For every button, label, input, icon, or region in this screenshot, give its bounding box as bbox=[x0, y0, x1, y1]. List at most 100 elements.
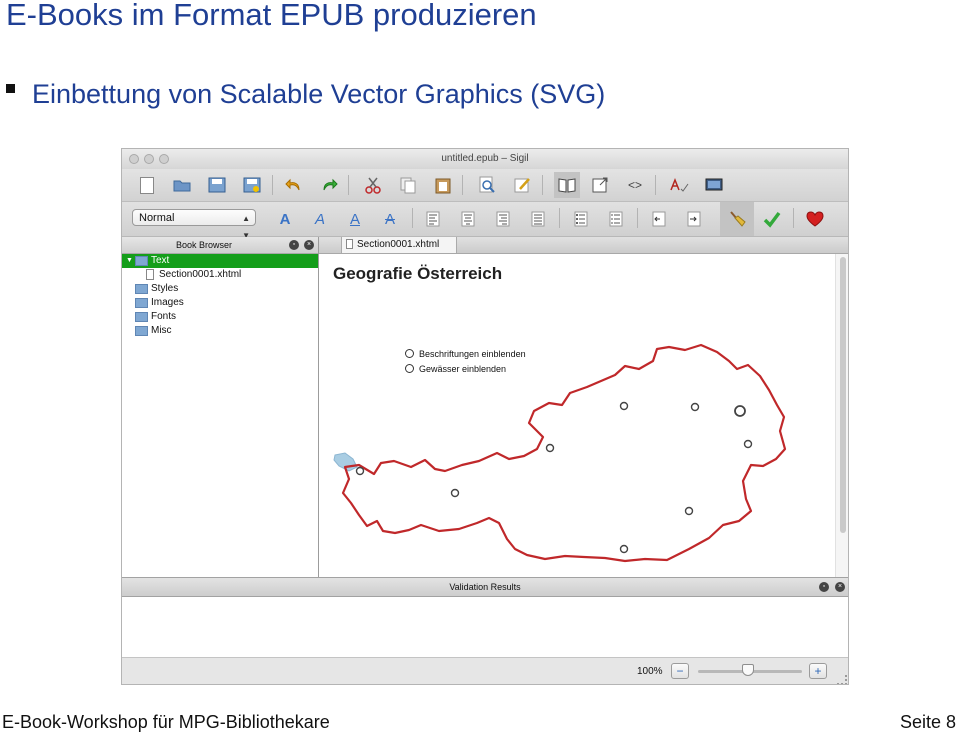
undo-icon[interactable] bbox=[283, 174, 305, 196]
validation-results-list[interactable] bbox=[122, 597, 848, 658]
zoom-level: 100% bbox=[637, 666, 663, 677]
option-label: Gewässer einblenden bbox=[419, 364, 507, 374]
editor-tabbar: Section0001.xhtml bbox=[319, 237, 848, 254]
format-toolbar: Normal ▲ ▼ A A A A bbox=[122, 202, 848, 240]
close-panel-icon[interactable]: × bbox=[835, 582, 845, 592]
tab-label: Section0001.xhtml bbox=[357, 239, 440, 250]
city-marker bbox=[545, 443, 555, 453]
resize-grip-icon[interactable] bbox=[837, 675, 847, 684]
zoom-out-icon: − bbox=[676, 664, 684, 678]
validate-icon[interactable] bbox=[761, 208, 783, 230]
spellcheck-icon[interactable] bbox=[668, 174, 690, 196]
new-file-icon[interactable] bbox=[136, 174, 158, 196]
underline-icon[interactable]: A bbox=[344, 208, 366, 230]
validation-header: Validation Results ▫ × bbox=[122, 577, 848, 597]
zoom-out-button[interactable]: − bbox=[671, 663, 689, 679]
xhtml-file-icon bbox=[146, 269, 154, 280]
main-toolbar: <> bbox=[122, 169, 848, 202]
heading-style-select[interactable]: Normal ▲ ▼ bbox=[132, 209, 256, 240]
folder-icon bbox=[135, 298, 148, 308]
tree-item-fonts[interactable]: Fonts bbox=[122, 310, 318, 324]
radio-circle-icon[interactable] bbox=[405, 349, 414, 358]
zoom-in-button[interactable]: + bbox=[809, 663, 827, 679]
close-panel-icon[interactable]: × bbox=[304, 240, 314, 250]
book-browser-panel: Book Browser ▫ × ▼ Text Section0001.xhtm… bbox=[122, 237, 319, 577]
tree-item-label: Text bbox=[151, 255, 170, 266]
heading-style-value: Normal bbox=[139, 212, 175, 224]
tree-item-label: Section0001.xhtml bbox=[159, 269, 242, 280]
city-marker bbox=[355, 466, 365, 476]
donate-icon[interactable] bbox=[804, 208, 826, 230]
align-right-icon[interactable] bbox=[492, 208, 514, 230]
xhtml-file-icon bbox=[346, 239, 353, 249]
editor-area: Section0001.xhtml Geografie Österreich B… bbox=[319, 237, 848, 577]
split-view-icon[interactable] bbox=[589, 174, 611, 196]
numbered-list-icon[interactable] bbox=[605, 208, 627, 230]
capital-marker bbox=[734, 405, 746, 417]
edit-metadata-icon[interactable] bbox=[511, 174, 533, 196]
zoom-slider-knob[interactable] bbox=[742, 664, 754, 676]
float-panel-icon[interactable]: ▫ bbox=[819, 582, 829, 592]
folder-icon bbox=[135, 326, 148, 336]
strikethrough-icon[interactable]: A bbox=[379, 208, 401, 230]
open-folder-icon[interactable] bbox=[171, 174, 193, 196]
tree-item-styles[interactable]: Styles bbox=[122, 282, 318, 296]
tree-item-text[interactable]: ▼ Text bbox=[122, 254, 318, 268]
austria-map bbox=[333, 343, 787, 563]
window-title: untitled.epub – Sigil bbox=[441, 153, 529, 164]
tab-section0001[interactable]: Section0001.xhtml bbox=[341, 237, 457, 253]
sigil-window: untitled.epub – Sigil <> Normal ▲ ▼ A A … bbox=[121, 148, 849, 685]
validation-title: Validation Results bbox=[449, 582, 521, 592]
code-view-icon[interactable]: <> bbox=[624, 174, 646, 196]
find-icon[interactable] bbox=[476, 174, 498, 196]
justify-icon[interactable] bbox=[527, 208, 549, 230]
redo-icon[interactable] bbox=[318, 174, 340, 196]
city-marker bbox=[450, 488, 460, 498]
book-browser-title: Book Browser bbox=[176, 240, 233, 250]
editor-scrollbar[interactable] bbox=[835, 254, 848, 577]
save-as-icon[interactable] bbox=[241, 174, 263, 196]
radio-circle-icon[interactable] bbox=[405, 364, 414, 373]
tree-item-section0001[interactable]: Section0001.xhtml bbox=[122, 268, 318, 282]
city-marker bbox=[690, 402, 700, 412]
city-marker bbox=[619, 544, 629, 554]
option-label: Beschriftungen einblenden bbox=[419, 349, 526, 359]
option-labels-radio[interactable]: Beschriftungen einblenden bbox=[405, 348, 526, 360]
tools-icon[interactable] bbox=[703, 174, 725, 196]
zoom-in-icon: + bbox=[814, 664, 822, 678]
copy-icon[interactable] bbox=[397, 174, 419, 196]
align-left-icon[interactable] bbox=[422, 208, 444, 230]
folder-icon bbox=[135, 256, 148, 266]
status-bar: 100% − + bbox=[122, 658, 848, 684]
increase-indent-icon[interactable] bbox=[683, 208, 705, 230]
folder-icon bbox=[135, 312, 148, 322]
bullet-text: Einbettung von Scalable Vector Graphics … bbox=[32, 79, 606, 109]
decrease-indent-icon[interactable] bbox=[648, 208, 670, 230]
window-titlebar: untitled.epub – Sigil bbox=[122, 149, 848, 169]
book-browser-header: Book Browser ▫ × bbox=[122, 237, 318, 254]
disclosure-triangle-icon[interactable]: ▼ bbox=[126, 254, 133, 268]
save-icon[interactable] bbox=[206, 174, 228, 196]
tree-item-images[interactable]: Images bbox=[122, 296, 318, 310]
bold-icon[interactable]: A bbox=[274, 208, 296, 230]
bullet-list-icon[interactable] bbox=[570, 208, 592, 230]
italic-icon[interactable]: A bbox=[309, 208, 331, 230]
book-view-icon[interactable] bbox=[554, 172, 580, 198]
clean-source-icon[interactable] bbox=[726, 208, 748, 230]
scrollbar-thumb[interactable] bbox=[840, 257, 846, 533]
tree-item-label: Misc bbox=[151, 325, 172, 336]
tree-item-label: Styles bbox=[151, 283, 179, 294]
folder-icon bbox=[135, 284, 148, 294]
slide-title: E-Books im Format EPUB produzieren bbox=[6, 0, 537, 32]
align-center-icon[interactable] bbox=[457, 208, 479, 230]
document-heading: Geografie Österreich bbox=[333, 264, 503, 283]
validation-panel: Validation Results ▫ × 100% − + bbox=[122, 577, 848, 684]
footer-page-number: Seite 8 bbox=[899, 712, 956, 732]
option-waters-radio[interactable]: Gewässer einblenden bbox=[405, 363, 506, 375]
tree-item-misc[interactable]: Misc bbox=[122, 324, 318, 338]
float-panel-icon[interactable]: ▫ bbox=[289, 240, 299, 250]
cut-icon[interactable] bbox=[362, 174, 384, 196]
tree-item-label: Fonts bbox=[151, 311, 177, 322]
paste-icon[interactable] bbox=[432, 174, 454, 196]
footer-workshop: E-Book-Workshop für MPG-Bibliothekare bbox=[2, 712, 330, 732]
